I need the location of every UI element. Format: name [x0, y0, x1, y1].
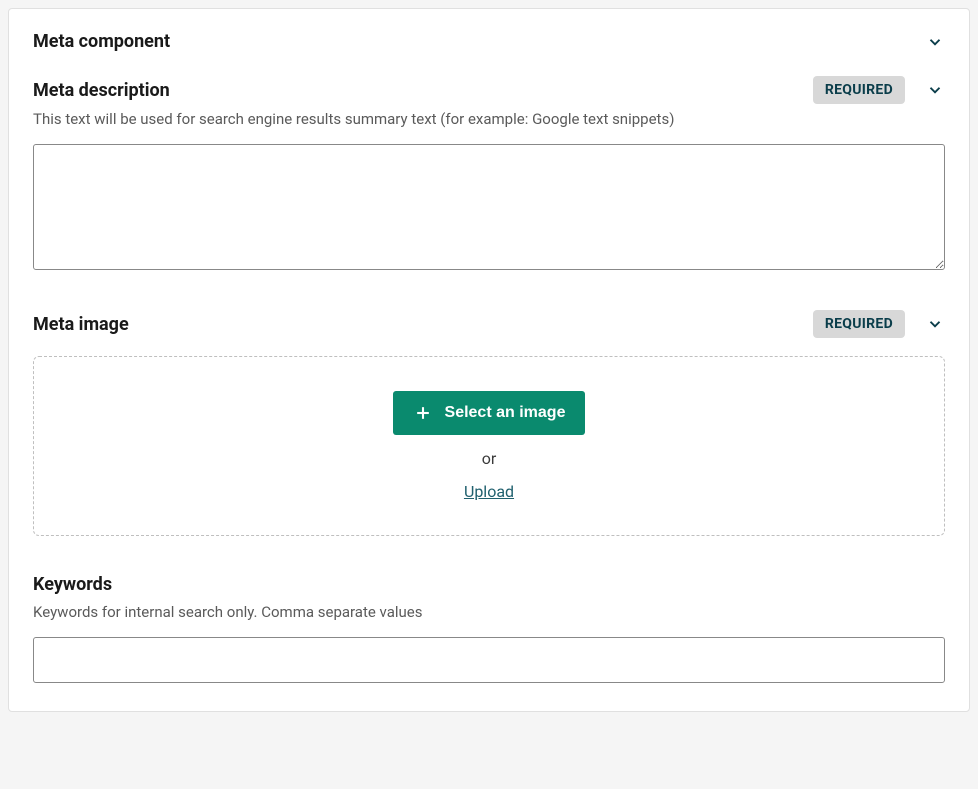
- meta-image-title: Meta image: [33, 312, 813, 337]
- section-header: Meta image REQUIRED: [33, 310, 945, 338]
- select-image-button[interactable]: Select an image: [393, 391, 586, 435]
- or-text: or: [482, 449, 497, 468]
- select-image-label: Select an image: [445, 404, 566, 422]
- required-badge: REQUIRED: [813, 76, 905, 104]
- meta-description-help: This text will be used for search engine…: [33, 110, 945, 128]
- plus-icon: [413, 403, 433, 423]
- meta-panel: Meta component Meta description REQUIRED…: [8, 8, 970, 712]
- section-header: Meta description REQUIRED: [33, 76, 945, 104]
- meta-description-input[interactable]: [33, 144, 945, 270]
- meta-component-section: Meta component: [33, 29, 945, 54]
- keywords-help: Keywords for internal search only. Comma…: [33, 603, 945, 621]
- section-header: Meta component: [33, 29, 945, 54]
- required-badge: REQUIRED: [813, 310, 905, 338]
- meta-description-section: Meta description REQUIRED This text will…: [33, 76, 945, 274]
- meta-component-title: Meta component: [33, 29, 925, 54]
- chevron-down-icon[interactable]: [925, 32, 945, 52]
- chevron-down-icon[interactable]: [925, 80, 945, 100]
- keywords-section: Keywords Keywords for internal search on…: [33, 572, 945, 683]
- meta-image-section: Meta image REQUIRED Select an image or U…: [33, 310, 945, 536]
- keywords-input[interactable]: [33, 637, 945, 683]
- chevron-down-icon[interactable]: [925, 314, 945, 334]
- upload-link[interactable]: Upload: [464, 482, 514, 501]
- section-header: Keywords: [33, 572, 945, 597]
- meta-description-title: Meta description: [33, 78, 813, 103]
- image-dropzone[interactable]: Select an image or Upload: [33, 356, 945, 536]
- keywords-title: Keywords: [33, 572, 945, 597]
